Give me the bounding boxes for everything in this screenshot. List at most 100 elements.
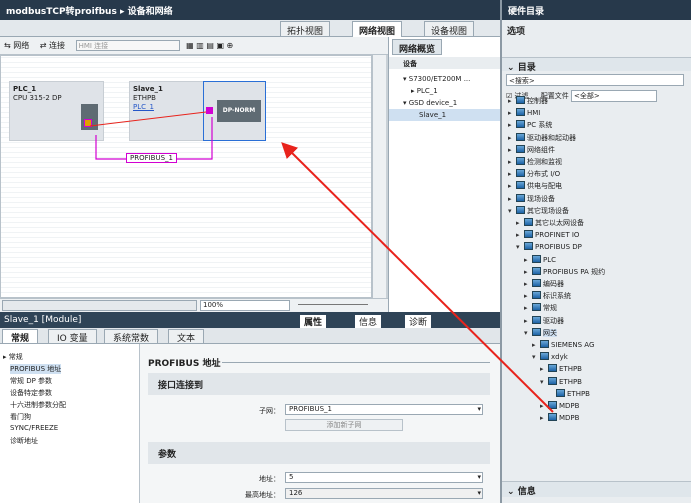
- chevron-down-icon[interactable]: ▾: [508, 207, 516, 215]
- add-subnet-button[interactable]: 添加新子网: [285, 419, 403, 431]
- catalog-tree-item[interactable]: ▸ 控制器: [508, 96, 548, 108]
- folder-icon: [516, 108, 525, 117]
- network-canvas[interactable]: PLC_1 CPU 315-2 DP Slave_1 ETHPB PLC_1 DP-N…: [0, 55, 372, 298]
- connection-button[interactable]: ⇄ 连接: [40, 41, 69, 50]
- toolbar-icons[interactable]: ▦ ▥ ▤ ▣ ⊕: [186, 41, 233, 50]
- chevron-right-icon[interactable]: ▸: [524, 304, 532, 312]
- overview-row[interactable]: ▾ GSD device_1: [389, 97, 501, 109]
- tree-item-label: 网关: [543, 328, 557, 337]
- catalog-search-input[interactable]: <搜索>: [506, 74, 684, 86]
- chevron-right-icon[interactable]: ▸: [524, 268, 532, 276]
- profibus-label[interactable]: PROFIBUS_1: [126, 153, 178, 163]
- catalog-tree-item[interactable]: ▸ SIEMENS AG: [532, 340, 594, 352]
- catalog-tree-item[interactable]: ▸ 其它以太网设备: [516, 218, 584, 230]
- info-section[interactable]: ⌄ 信息: [502, 481, 691, 497]
- catalog-tree-item[interactable]: ▸ 驱动器: [524, 315, 564, 328]
- chevron-right-icon[interactable]: ▸: [516, 231, 524, 239]
- nav-item[interactable]: 设备特定参数: [10, 388, 52, 398]
- tab-system-constants[interactable]: 系统常数: [104, 329, 159, 344]
- tab-topology-view[interactable]: 拓扑视图: [280, 21, 331, 37]
- network-overview-panel: 设备 ▾ S7300/ET200M ... ▸ PLC_1 ▾ GSD devi…: [388, 37, 501, 312]
- properties-tab[interactable]: 属性: [300, 315, 327, 328]
- max-address-select[interactable]: 126 ▾: [285, 488, 483, 499]
- chevron-down-icon[interactable]: ▾: [516, 243, 524, 251]
- catalog-tree-item[interactable]: ETHPB: [548, 388, 590, 401]
- chevron-right-icon[interactable]: ▸: [508, 134, 516, 142]
- tab-device-view[interactable]: 设备视图: [424, 21, 475, 37]
- chevron-right-icon[interactable]: ▸: [540, 402, 548, 410]
- overview-row[interactable]: ▸ PLC_1: [389, 85, 501, 97]
- chevron-right-icon[interactable]: ▸: [524, 280, 532, 288]
- nav-item[interactable]: 十六进制参数分配: [10, 400, 66, 410]
- chevron-right-icon[interactable]: ▸: [508, 195, 516, 203]
- chevron-right-icon[interactable]: ▸: [508, 170, 516, 178]
- catalog-tree-item[interactable]: ▸ 网络组件: [508, 144, 555, 157]
- chevron-right-icon[interactable]: ▸: [508, 158, 516, 166]
- chevron-down-icon[interactable]: ▾: [524, 329, 532, 337]
- zoom-select[interactable]: 100%: [200, 300, 290, 311]
- nav-item[interactable]: ▸ 常规: [3, 352, 23, 362]
- tree-item-label: 分布式 I/O: [527, 170, 561, 179]
- nav-item-selected[interactable]: PROFIBUS 地址: [10, 364, 62, 374]
- info-tab[interactable]: 信息: [355, 315, 382, 328]
- address-select[interactable]: 5 ▾: [285, 472, 483, 483]
- chevron-right-icon[interactable]: ▸: [516, 219, 524, 227]
- catalog-tree-item[interactable]: ▸ HMI: [508, 108, 540, 120]
- chevron-right-icon[interactable]: ▸: [508, 121, 516, 129]
- overview-row[interactable]: ▾ S7300/ET200M ...: [389, 73, 501, 85]
- network-button[interactable]: ⇆ 网络: [4, 41, 33, 50]
- catalog-section[interactable]: ⌄ 目录: [502, 57, 691, 73]
- catalog-tree-item[interactable]: ▸ 分布式 I/O: [508, 169, 560, 181]
- chevron-right-icon[interactable]: ▸: [524, 317, 532, 325]
- tab-general[interactable]: 常规: [2, 329, 39, 344]
- catalog-tree-item[interactable]: ▸ PROFIBUS PA 规约: [524, 266, 605, 279]
- catalog-tree-item[interactable]: ▸ 供电与配电: [508, 181, 562, 193]
- catalog-tree-item[interactable]: ▸ 编码器: [524, 279, 564, 291]
- catalog-tree-item[interactable]: ▾ 网关: [524, 327, 557, 340]
- hmi-connection-select[interactable]: HMI 连接: [75, 40, 180, 51]
- catalog-tree-item[interactable]: ▸ ETHPB: [540, 364, 582, 376]
- chevron-right-icon[interactable]: ▸: [508, 97, 516, 105]
- catalog-tree-item[interactable]: ▸ 驱动器和起动器: [508, 132, 576, 145]
- catalog-tree-item[interactable]: ▸ PROFINET IO: [516, 230, 579, 242]
- chevron-right-icon[interactable]: ▸: [540, 414, 548, 422]
- nav-item[interactable]: 诊断地址: [10, 436, 38, 446]
- chevron-right-icon[interactable]: ▸: [524, 256, 532, 264]
- chevron-right-icon[interactable]: ▸: [508, 146, 516, 154]
- catalog-tree-item[interactable]: ▾ xdyk: [532, 352, 568, 364]
- catalog-tree-item[interactable]: ▸ PC 系统: [508, 120, 552, 132]
- catalog-tree-item[interactable]: ▸ 检测和监视: [508, 157, 562, 169]
- folder-icon: [548, 413, 557, 422]
- catalog-tree-item[interactable]: ▸ 常规: [524, 303, 557, 315]
- nav-item[interactable]: SYNC/FREEZE: [10, 424, 58, 432]
- nav-item[interactable]: 看门狗: [10, 412, 31, 422]
- catalog-tree-item[interactable]: ▸ MDPB: [540, 413, 579, 425]
- catalog-tree-item[interactable]: ▸ PLC: [524, 254, 556, 267]
- tab-network-overview[interactable]: 网络概览: [392, 39, 443, 55]
- subnet-select[interactable]: PROFIBUS_1 ▾: [285, 404, 483, 415]
- overview-row-selected[interactable]: Slave_1: [389, 109, 501, 121]
- chevron-right-icon[interactable]: ▸: [508, 109, 516, 117]
- canvas-horizontal-scrollbar[interactable]: [2, 300, 197, 311]
- profile-select[interactable]: <全部>: [570, 90, 657, 102]
- chevron-right-icon[interactable]: ▸: [524, 292, 532, 300]
- view-tabs: 拓扑视图 网络视图 设备视图: [0, 20, 500, 37]
- catalog-tree-item[interactable]: ▾ 其它现场设备: [508, 205, 569, 218]
- canvas-vertical-scrollbar[interactable]: [372, 55, 386, 298]
- chevron-right-icon[interactable]: ▸: [532, 341, 540, 349]
- catalog-tree-item[interactable]: ▸ MDPB: [540, 401, 579, 413]
- chevron-down-icon[interactable]: ▾: [540, 378, 548, 386]
- diagnostics-tab[interactable]: 诊断: [405, 315, 432, 328]
- tab-io-tags[interactable]: IO 变量: [48, 329, 97, 344]
- nav-item[interactable]: 常规 DP 参数: [10, 376, 52, 386]
- chevron-down-icon[interactable]: ▾: [532, 353, 540, 361]
- catalog-tree-item[interactable]: ▾ PROFIBUS DP: [516, 242, 582, 254]
- chevron-right-icon[interactable]: ▸: [540, 365, 548, 373]
- zoom-slider[interactable]: [298, 304, 368, 305]
- catalog-tree-item[interactable]: ▸ 标识系统: [524, 291, 571, 303]
- tab-network-view[interactable]: 网络视图: [352, 21, 403, 37]
- tab-texts[interactable]: 文本: [168, 329, 205, 344]
- chevron-right-icon[interactable]: ▸: [508, 182, 516, 190]
- catalog-tree-item[interactable]: ▸ 现场设备: [508, 193, 555, 206]
- catalog-tree-item[interactable]: ▾ ETHPB: [540, 376, 582, 389]
